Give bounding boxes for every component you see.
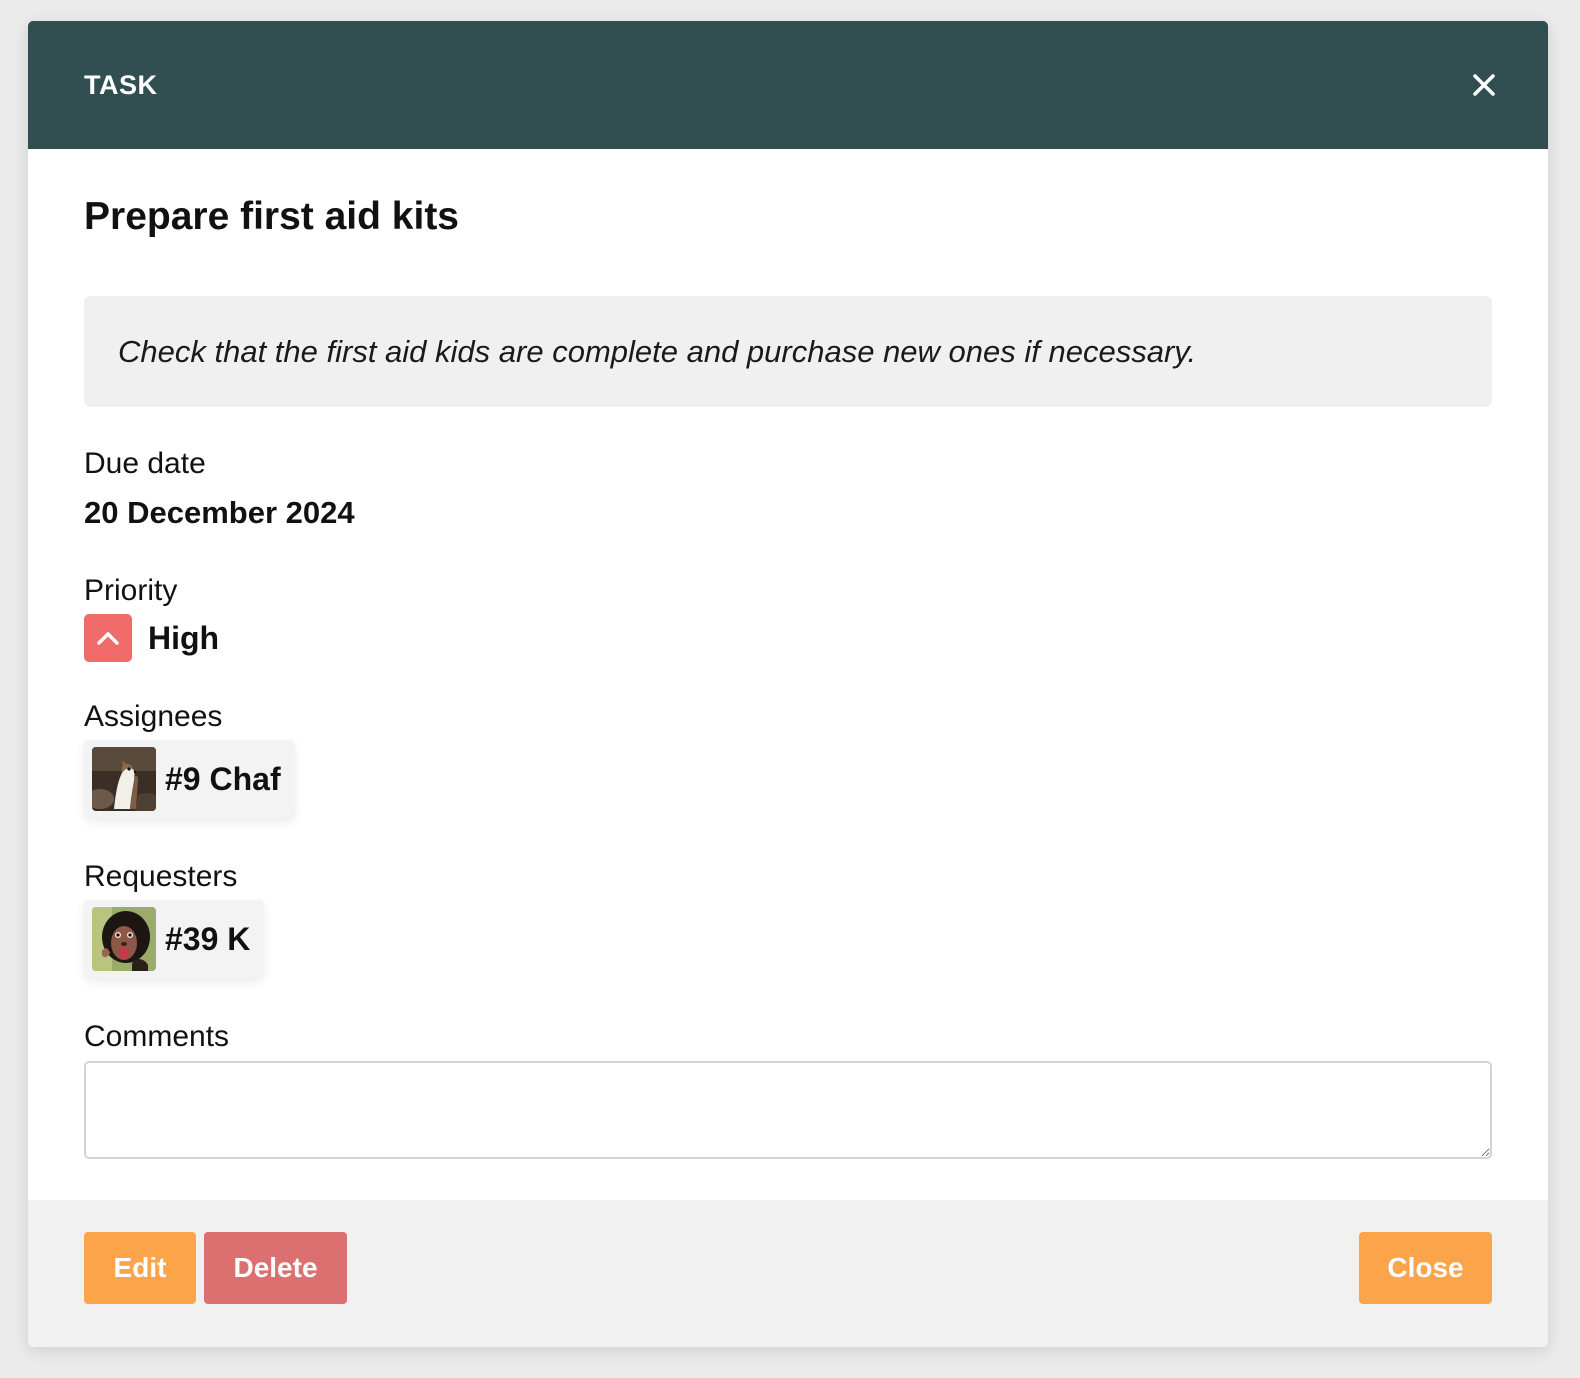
task-description: Check that the first aid kids are comple… — [84, 296, 1492, 407]
priority-value: High — [148, 619, 220, 656]
requesters-label: Requesters — [84, 860, 238, 893]
task-title: Prepare first aid kits — [84, 195, 459, 238]
modal-title: TASK — [84, 69, 158, 100]
close-button[interactable]: Close — [1359, 1232, 1492, 1304]
modal-header: TASK — [28, 21, 1548, 149]
priority-label: Priority — [84, 574, 178, 607]
task-modal: TASK Prepare first aid kits Check that t… — [28, 21, 1548, 1347]
close-icon[interactable] — [1464, 65, 1504, 105]
close-icon-glyph — [1473, 74, 1495, 96]
delete-button[interactable]: Delete — [204, 1232, 347, 1304]
monkey-avatar — [92, 907, 156, 971]
due-date-label: Due date — [84, 447, 206, 480]
requester-chip[interactable]: #39 K — [84, 900, 265, 978]
comments-label: Comments — [84, 1020, 230, 1053]
priority-row: High — [84, 614, 1492, 662]
modal-body: Prepare first aid kits Check that the fi… — [28, 195, 1548, 1159]
comments-input[interactable] — [84, 1061, 1492, 1159]
stoat-avatar — [92, 747, 156, 811]
modal-footer: Edit Delete Close — [28, 1200, 1548, 1347]
edit-button[interactable]: Edit — [84, 1232, 196, 1304]
requester-name: #39 K — [165, 920, 251, 957]
assignee-chip[interactable]: #9 Chaf — [84, 740, 295, 818]
footer-left-actions: Edit Delete — [84, 1232, 347, 1304]
assignees-label: Assignees — [84, 700, 223, 733]
due-date-value: 20 December 2024 — [84, 495, 355, 530]
chevron-up-icon — [84, 614, 132, 662]
assignee-name: #9 Chaf — [165, 760, 281, 797]
